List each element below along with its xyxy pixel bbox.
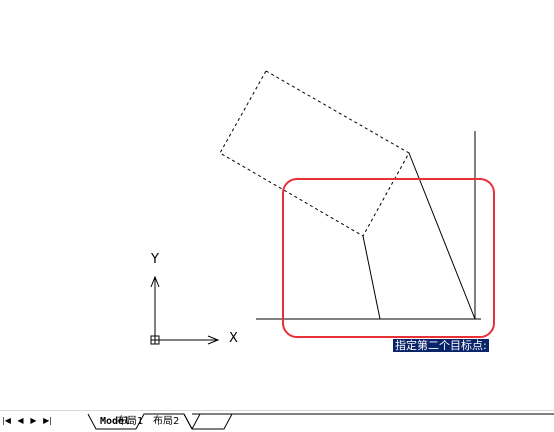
first-tab-icon[interactable]: |◀ [2,416,11,426]
axis-x-label: X [229,331,238,346]
solid-line-top [408,152,476,320]
axis-y-label: Y [151,252,159,267]
tab-layout1[interactable]: 布局1 [117,416,143,427]
next-tab-icon[interactable]: ▶ [29,416,38,426]
dashed-rectangle [219,70,410,237]
drawing-canvas[interactable]: Y X 指定第二个目标点: [0,0,554,410]
solid-line-mid [362,235,381,320]
layout-tab-bar: |◀ ◀ ▶ ▶| Model 布局1 布局2 [0,410,554,431]
highlight-box [282,178,495,338]
tab-layout2[interactable]: 布局2 [153,416,179,427]
command-prompt-tooltip: 指定第二个目标点: [393,339,489,352]
prev-tab-icon[interactable]: ◀ [16,416,25,426]
tab-outlines [87,413,554,430]
ucs-icon [150,275,220,345]
last-tab-icon[interactable]: ▶| [43,416,52,426]
